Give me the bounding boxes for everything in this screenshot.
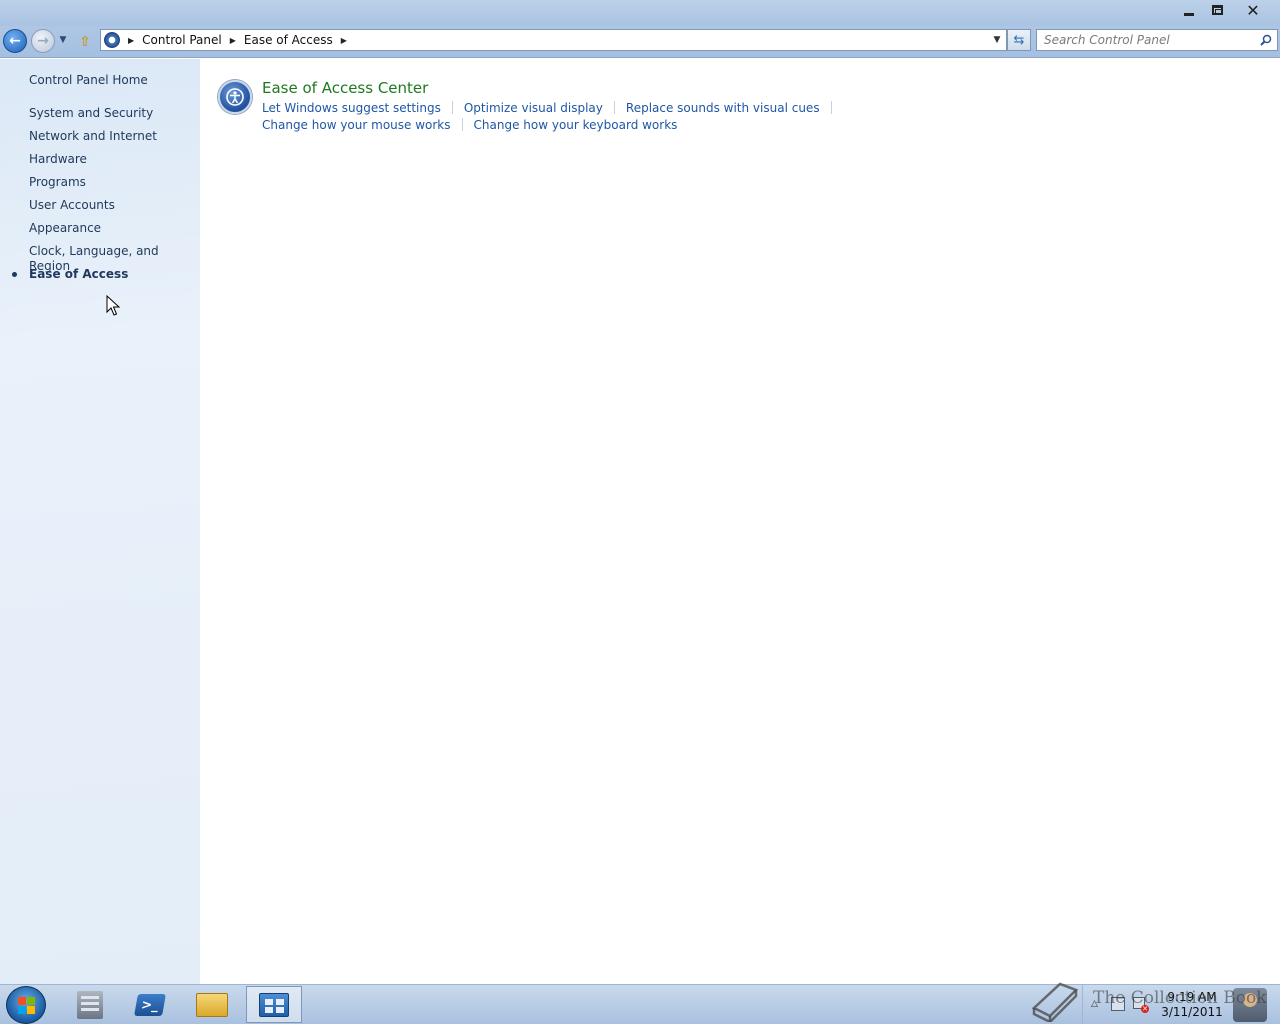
up-level-button[interactable]: ⇧ [76, 34, 94, 50]
link-separator [461, 118, 463, 131]
book-icon [1031, 982, 1079, 1022]
recent-pages-dropdown[interactable]: ▼ [57, 35, 69, 47]
link-separator [613, 101, 615, 114]
forward-button[interactable]: → [31, 29, 55, 53]
control-panel-icon [259, 992, 289, 1017]
taskbar-control-panel[interactable] [246, 986, 302, 1023]
sidebar-item-appearance[interactable]: Appearance [29, 221, 200, 244]
link-separator [830, 101, 832, 114]
refresh-icon: ⇆ [1013, 32, 1025, 48]
breadcrumb-ease-of-access[interactable]: Ease of Access [244, 33, 333, 47]
control-panel-home-link[interactable]: Control Panel Home [29, 73, 148, 87]
address-history-dropdown[interactable]: ▼ [988, 30, 1006, 50]
refresh-button[interactable]: ⇆ [1007, 29, 1031, 51]
close-button[interactable]: ✕ [1238, 0, 1268, 20]
ease-of-access-center-link[interactable]: Ease of Access Center [262, 79, 428, 97]
sidebar-item-programs[interactable]: Programs [29, 175, 200, 198]
server-manager-icon [77, 990, 103, 1019]
link-separator [451, 101, 453, 114]
explorer-folder-icon [196, 992, 228, 1017]
search-icon[interactable] [1260, 34, 1272, 46]
ease-of-access-glyph-icon [226, 88, 244, 106]
ease-of-access-icon[interactable] [218, 80, 252, 114]
change-mouse-link[interactable]: Change how your mouse works [262, 118, 451, 132]
minimize-button[interactable] [1174, 0, 1204, 20]
sidebar-item-clock-language-region[interactable]: Clock, Language, and Region [29, 244, 200, 273]
optimize-visual-display-link[interactable]: Optimize visual display [464, 101, 603, 115]
chevron-down-icon: ▼ [993, 35, 1001, 45]
task-links: Let Windows suggest settings Optimize vi… [262, 99, 843, 133]
windows-logo-icon [18, 997, 36, 1015]
sidebar-item-ease-of-access: Ease of Access [12, 267, 200, 290]
navigation-bar: ← → ▼ ⇧ ▶ Control Panel ▶ Ease of Access… [0, 26, 1280, 58]
crumb-separator-icon[interactable]: ▶ [128, 36, 134, 45]
sidebar-item-user-accounts[interactable]: User Accounts [29, 198, 200, 221]
task-links-row: Change how your mouse works Change how y… [262, 116, 843, 133]
maximize-button[interactable] [1202, 0, 1232, 20]
minimize-icon [1184, 12, 1194, 16]
sidebar: Control Panel Home System and Security N… [0, 59, 200, 984]
search-input[interactable] [1044, 31, 1254, 49]
control-panel-icon [104, 32, 120, 48]
crumb-separator-icon[interactable]: ▶ [341, 36, 347, 45]
let-windows-suggest-settings-link[interactable]: Let Windows suggest settings [262, 101, 441, 115]
main-content: Ease of Access Center Let Windows sugges… [200, 59, 1280, 984]
replace-sounds-link[interactable]: Replace sounds with visual cues [626, 101, 820, 115]
back-arrow-icon: ← [9, 33, 21, 49]
watermark: The Collection Book [1030, 976, 1270, 1024]
crumb-separator-icon[interactable]: ▶ [230, 36, 236, 45]
taskbar-explorer[interactable] [184, 986, 240, 1023]
sidebar-item-network-and-internet[interactable]: Network and Internet [29, 129, 200, 152]
up-arrow-icon: ⇧ [79, 34, 91, 50]
address-bar[interactable]: ▶ Control Panel ▶ Ease of Access ▶ ▼ [100, 29, 1007, 51]
start-button[interactable] [6, 986, 46, 1024]
sidebar-item-hardware[interactable]: Hardware [29, 152, 200, 175]
taskbar-powershell[interactable]: >_ [122, 986, 178, 1023]
breadcrumb-control-panel[interactable]: Control Panel [142, 33, 222, 47]
forward-arrow-icon: → [37, 33, 49, 49]
change-keyboard-link[interactable]: Change how your keyboard works [474, 118, 678, 132]
search-box[interactable] [1036, 29, 1278, 51]
restore-icon [1211, 5, 1223, 15]
mouse-cursor-icon [106, 295, 120, 316]
back-button[interactable]: ← [3, 29, 27, 53]
category-list: System and Security Network and Internet… [12, 106, 200, 290]
title-bar: ✕ [0, 0, 1280, 26]
sidebar-item-system-and-security[interactable]: System and Security [29, 106, 200, 129]
powershell-icon: >_ [134, 993, 166, 1016]
task-links-row: Let Windows suggest settings Optimize vi… [262, 99, 843, 116]
watermark-text: The Collection Book [1093, 988, 1267, 1008]
taskbar-server-manager[interactable] [62, 986, 118, 1023]
